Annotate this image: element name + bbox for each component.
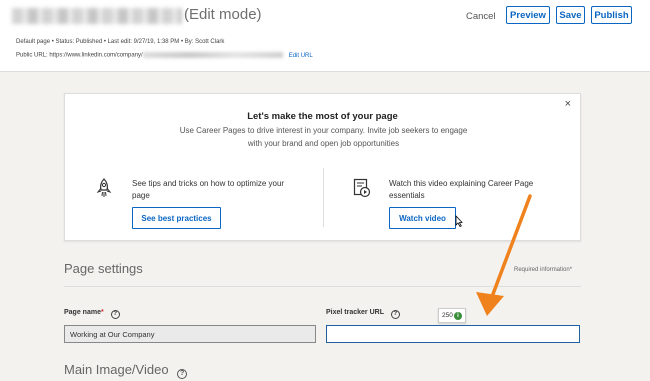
save-button[interactable]: Save bbox=[556, 6, 585, 24]
main-image-video-section: Main Image/Video ? bbox=[64, 362, 188, 379]
redacted-page-name bbox=[12, 8, 182, 24]
publish-button[interactable]: Publish bbox=[591, 6, 632, 24]
pixel-tracker-label-text: Pixel tracker URL bbox=[326, 309, 384, 316]
rocket-icon bbox=[96, 178, 112, 197]
pixel-tracker-label: Pixel tracker URL ? bbox=[326, 309, 400, 319]
editor-header: (Edit mode) Cancel Preview Save Publish … bbox=[0, 0, 650, 72]
tips-card-title: Let's make the most of your page bbox=[247, 111, 398, 122]
tips-left-text: See tips and tricks on how to optimize y… bbox=[132, 179, 285, 200]
mouse-cursor-icon bbox=[455, 215, 463, 227]
edit-url-link[interactable]: Edit URL bbox=[289, 53, 313, 59]
watch-video-button[interactable]: Watch video bbox=[389, 207, 456, 229]
help-icon[interactable]: ? bbox=[390, 310, 400, 319]
public-url-text: Public URL: https://www.linkedin.com/com… bbox=[16, 52, 143, 59]
help-icon[interactable]: ? bbox=[177, 369, 188, 379]
annotation-arrow-icon bbox=[476, 194, 532, 316]
edit-mode-title: (Edit mode) bbox=[184, 6, 262, 23]
video-document-icon bbox=[353, 178, 371, 198]
close-icon[interactable]: × bbox=[565, 98, 571, 110]
page-name-label: Page name* ? bbox=[64, 309, 120, 319]
info-icon: i bbox=[454, 312, 462, 320]
character-count: 250 bbox=[442, 312, 453, 319]
required-asterisk: * bbox=[100, 309, 104, 316]
main-image-video-title: Main Image/Video bbox=[64, 362, 169, 377]
page-meta-line: Default page • Status: Published • Last … bbox=[16, 39, 225, 45]
pixel-tracker-input[interactable] bbox=[326, 325, 580, 343]
preview-button[interactable]: Preview bbox=[506, 6, 550, 24]
public-url-line: Public URL: https://www.linkedin.com/com… bbox=[16, 52, 313, 59]
tips-card-subtitle: Use Career Pages to drive interest in yo… bbox=[179, 126, 468, 148]
see-best-practices-button[interactable]: See best practices bbox=[132, 207, 221, 229]
tips-divider bbox=[323, 168, 324, 227]
character-counter: 250 i bbox=[438, 308, 466, 323]
page-name-label-text: Page name bbox=[64, 309, 101, 316]
cancel-button[interactable]: Cancel bbox=[466, 8, 496, 24]
page-settings-title: Page settings bbox=[64, 261, 143, 276]
page-name-input[interactable] bbox=[64, 325, 316, 343]
help-icon[interactable]: ? bbox=[110, 310, 120, 319]
redacted-url bbox=[142, 52, 283, 58]
